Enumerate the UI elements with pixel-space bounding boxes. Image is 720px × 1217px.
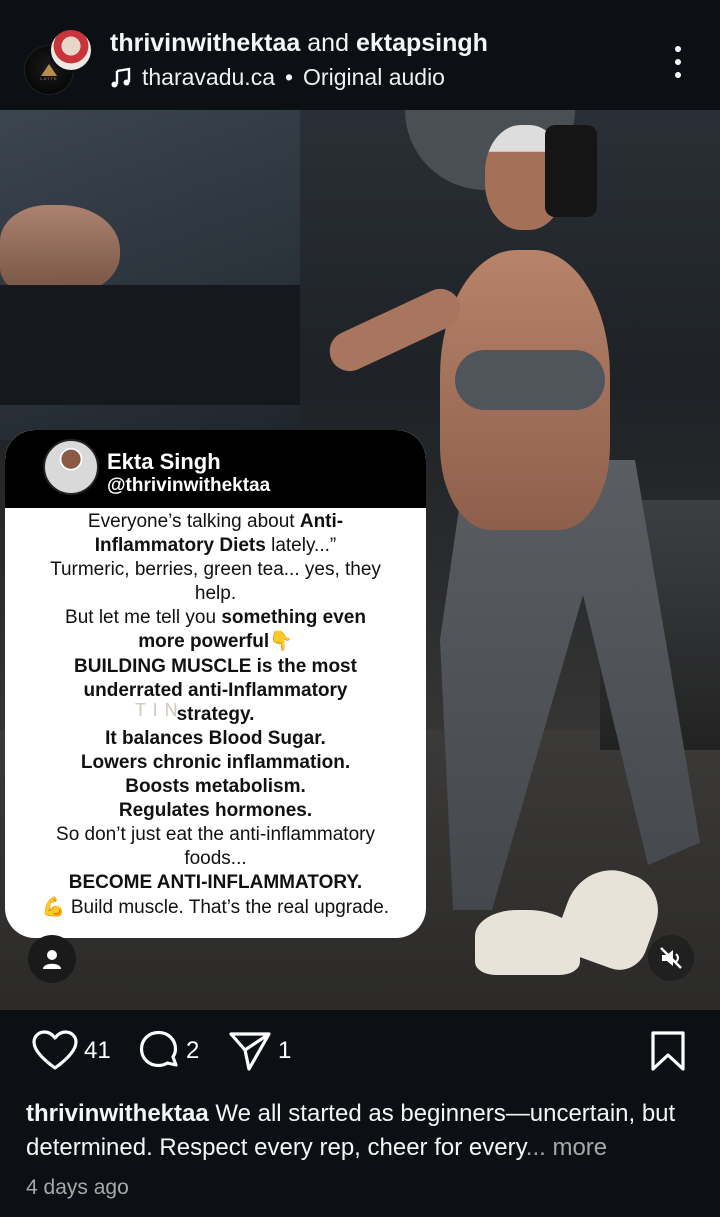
like-count[interactable]: 41	[84, 1037, 111, 1065]
quote-card-line-bold: Lowers chronic inflammation.	[80, 751, 351, 773]
quote-card-line-bold: Boosts metabolism.	[125, 776, 306, 798]
quote-card-line: But let me tell you something even	[5, 606, 426, 630]
quote-card-line: 💪 Build muscle. That’s the real upgrade.	[5, 896, 426, 920]
quote-card-line-bold: It balances Blood Sugar.	[105, 727, 326, 749]
quote-card-line-bold: more powerful	[138, 631, 270, 653]
author-and-text: and	[307, 29, 349, 57]
avatar-ektapsingh[interactable]	[48, 27, 94, 73]
post-author-line: thrivinwithektaa and ektapsingh	[110, 29, 488, 58]
quote-card-line-text: foods...	[184, 848, 247, 870]
photo-figure-top	[455, 350, 605, 410]
quote-card-name: Ekta Singh	[107, 449, 221, 474]
photo-dark-area	[0, 285, 300, 405]
speaker-muted-icon	[660, 947, 682, 969]
mute-button[interactable]	[648, 935, 694, 981]
user-icon	[43, 950, 61, 969]
author-username-primary[interactable]: thrivinwithektaa	[110, 29, 300, 57]
quote-card-line: Regulates hormones.	[5, 799, 426, 823]
share-count[interactable]: 1	[278, 1037, 291, 1065]
more-dot	[675, 46, 681, 52]
quote-card-line-bold: Anti-	[299, 511, 344, 532]
caption-username[interactable]: thrivinwithektaa	[26, 1100, 209, 1127]
tagged-users-button[interactable]	[28, 935, 76, 983]
quote-card-line: So don’t just eat the anti-inflammatory	[5, 823, 426, 847]
audio-separator: •	[284, 64, 294, 90]
like-action[interactable]: 41	[32, 1030, 111, 1072]
quote-card-line-text: help.	[194, 583, 237, 605]
quote-card-line: Lowers chronic inflammation.	[5, 751, 426, 775]
quote-card-line-text: Turmeric, berries, green tea... yes, the…	[50, 559, 381, 581]
save-action[interactable]	[650, 1030, 686, 1072]
quote-card-line-text: So don’t just eat the anti-inflammatory	[56, 824, 375, 846]
quote-card-line: underrated anti-Inflammatory	[5, 679, 426, 703]
photo-mirror-reflection	[0, 205, 120, 295]
share-action[interactable]: 1	[228, 1030, 291, 1072]
quote-card-line-text: But let me tell you	[65, 607, 222, 629]
quote-card-line: Turmeric, berries, green tea... yes, the…	[5, 558, 426, 582]
quote-card-line-bold: BECOME ANTI-INFLAMMATORY.	[68, 872, 363, 894]
post-header: LATTE thrivinwithektaa and ektapsingh th…	[0, 0, 720, 110]
quote-card-line: Everyone’s talking about Anti-	[5, 510, 426, 534]
quote-card-text: Everyone’s talking about Anti- Inflammato…	[5, 510, 426, 920]
quote-card-line-bold: Regulates hormones.	[118, 800, 313, 822]
quote-card-line: BUILDING MUSCLE is the most	[5, 655, 426, 679]
post-caption: thrivinwithektaa We all started as begin…	[26, 1097, 706, 1165]
quote-card-line: help.	[5, 582, 426, 606]
quote-card-line-bold: something even	[221, 607, 366, 629]
quote-card-handle: @thrivinwithektaa	[107, 475, 271, 496]
bookmark-icon	[651, 1031, 685, 1071]
comment-action[interactable]: 2	[138, 1030, 199, 1072]
quote-card: Ekta Singh @thrivinwithektaa T I N Every…	[5, 430, 426, 938]
quote-card-line-text: Everyone’s talking about	[87, 511, 300, 532]
send-icon	[229, 1032, 271, 1071]
quote-card-line: foods...	[5, 847, 426, 871]
quote-card-line-bold: Inflammatory Diets	[94, 535, 266, 557]
quote-card-line-bold: underrated anti-Inflammatory	[83, 679, 348, 701]
quote-card-line-suffix: lately...”	[265, 535, 337, 557]
caption-ellipsis: ...	[525, 1134, 546, 1161]
comment-icon	[139, 1030, 178, 1068]
quote-card-line-bold: strategy.	[176, 703, 255, 725]
music-note-icon	[111, 67, 131, 87]
quote-card-line-suffix: 👇	[269, 631, 293, 653]
quote-card-line: BECOME ANTI-INFLAMMATORY.	[5, 871, 426, 895]
audio-source[interactable]: tharavadu.ca	[142, 64, 275, 91]
quote-card-line: Inflammatory Diets lately...”	[5, 534, 426, 558]
quote-card-line: Boosts metabolism.	[5, 775, 426, 799]
quote-card-line-bold: BUILDING MUSCLE is the most	[74, 655, 357, 677]
more-dot	[675, 72, 681, 78]
audio-info[interactable]: tharavadu.ca • Original audio	[110, 64, 445, 91]
quote-card-avatar	[43, 439, 99, 495]
more-dot	[675, 59, 681, 65]
quote-card-line: It balances Blood Sugar.	[5, 727, 426, 751]
caption-more-link[interactable]: more	[546, 1134, 607, 1161]
quote-card-line-text: 💪 Build muscle. That’s the real upgrade.	[41, 896, 390, 918]
comment-count[interactable]: 2	[186, 1037, 199, 1065]
more-options-icon[interactable]	[668, 44, 688, 80]
quote-card-line: strategy.	[5, 703, 426, 727]
photo-phone	[545, 125, 597, 217]
author-username-secondary[interactable]: ektapsingh	[356, 29, 488, 57]
post-timestamp[interactable]: 4 days ago	[26, 1176, 129, 1200]
audio-label[interactable]: Original audio	[303, 64, 445, 91]
quote-card-line: more powerful👇	[5, 630, 426, 654]
quote-card-header: Ekta Singh @thrivinwithektaa	[5, 430, 426, 508]
heart-icon	[32, 1030, 78, 1070]
logo-text: LATTE	[40, 76, 58, 81]
